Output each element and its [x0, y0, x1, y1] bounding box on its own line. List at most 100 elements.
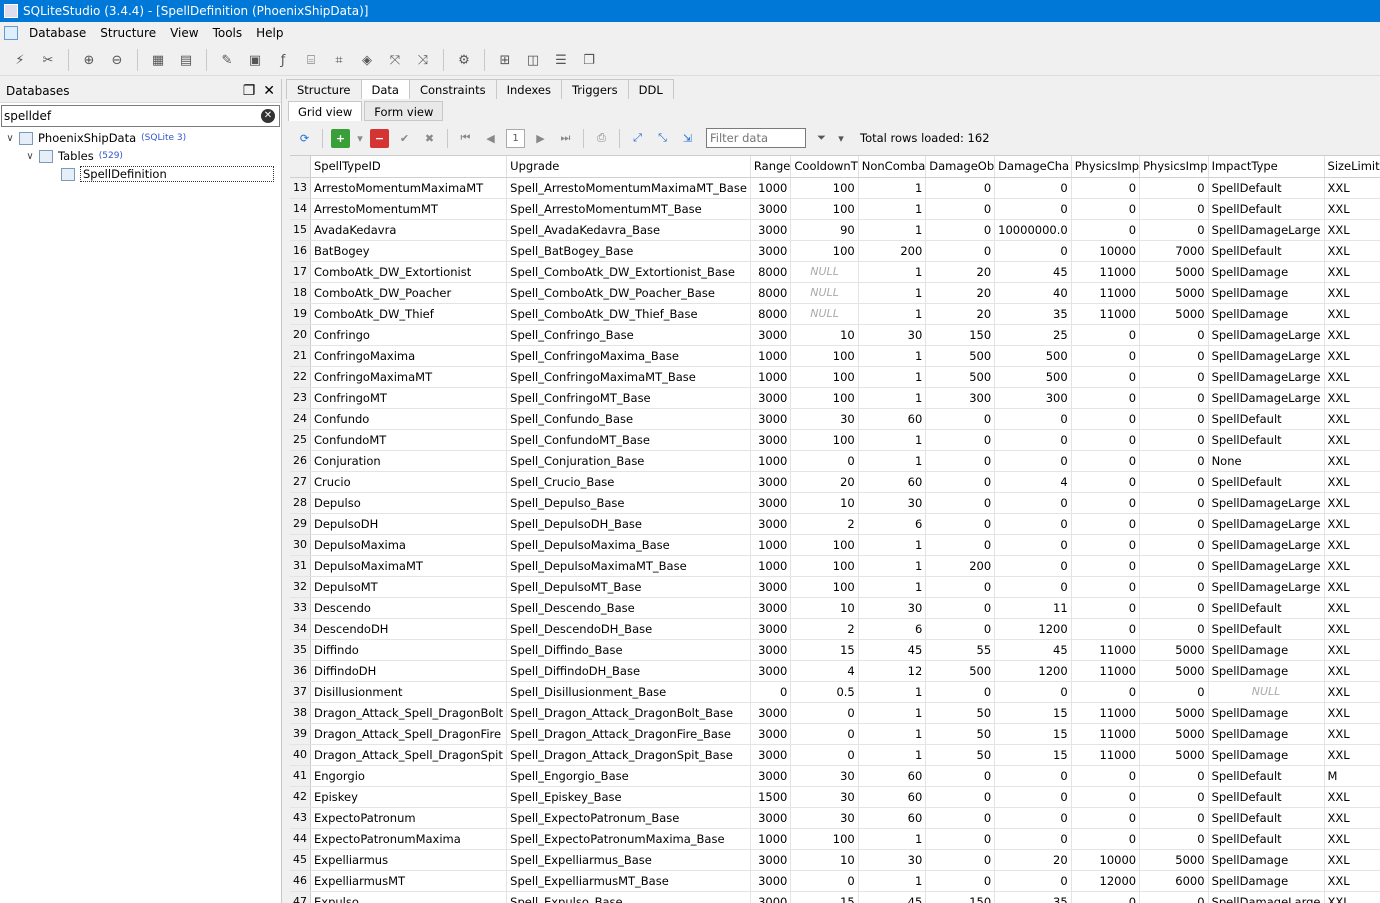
table-cell[interactable]: XXL: [1324, 723, 1380, 745]
table-cell[interactable]: ConfringoMaximaMT: [310, 366, 508, 388]
table-cell[interactable]: Spell_Expelliarmus_Base: [506, 849, 751, 871]
new-table-icon[interactable]: ▦: [147, 49, 169, 71]
table-cell[interactable]: 0: [994, 828, 1072, 850]
table-cell[interactable]: SpellDamage: [1208, 639, 1325, 661]
table-cell[interactable]: XXL: [1324, 534, 1380, 556]
table-cell[interactable]: 0: [994, 870, 1072, 892]
table-cell[interactable]: XXL: [1324, 807, 1380, 829]
table-cell[interactable]: 500: [925, 345, 996, 367]
tab-indexes[interactable]: Indexes: [495, 79, 562, 99]
table-cell[interactable]: 0: [994, 450, 1072, 472]
table-cell[interactable]: 100: [790, 576, 859, 598]
table-cell[interactable]: 3000: [750, 618, 792, 640]
table-cell[interactable]: XXL: [1324, 387, 1380, 409]
cube-icon[interactable]: ◈: [356, 49, 378, 71]
table-cell[interactable]: Spell_ConfringoMT_Base: [506, 387, 751, 409]
table-cell[interactable]: 50: [925, 744, 996, 766]
table-cell[interactable]: Dragon_Attack_Spell_DragonBolt: [310, 702, 508, 724]
table-row[interactable]: 44 ExpectoPatronumMaxima Spell_ExpectoPatr…: [290, 828, 1380, 850]
table-cell[interactable]: XXL: [1324, 471, 1380, 493]
table-cell[interactable]: Spell_ConfundoMT_Base: [506, 429, 751, 451]
table-cell[interactable]: 25: [994, 324, 1072, 346]
column-header[interactable]: DamageOb: [925, 156, 996, 178]
table-cell[interactable]: BatBogey: [310, 240, 508, 262]
table-cell[interactable]: DepulsoMaxima: [310, 534, 508, 556]
rollback-icon[interactable]: ✖: [420, 129, 439, 148]
table-cell[interactable]: 1500: [750, 786, 792, 808]
cascade-icon[interactable]: ❐: [578, 49, 600, 71]
table-cell[interactable]: 60: [858, 408, 927, 430]
table-cell[interactable]: 3000: [750, 765, 792, 787]
table-cell[interactable]: SpellDamageLarge: [1208, 555, 1325, 577]
table-cell[interactable]: Spell_DepulsoMaximaMT_Base: [506, 555, 751, 577]
sql-editor-icon[interactable]: ✎: [216, 49, 238, 71]
open-icon[interactable]: ▣: [244, 49, 266, 71]
table-cell[interactable]: 0: [1071, 597, 1141, 619]
table-row[interactable]: 40 Dragon_Attack_Spell_DragonSpit Spell_Dr…: [290, 744, 1380, 766]
tab-constraints[interactable]: Constraints: [408, 79, 497, 99]
filter-icon[interactable]: ⏷: [812, 129, 831, 148]
table-cell[interactable]: Spell_Conjuration_Base: [506, 450, 751, 472]
table-cell[interactable]: ArrestoMomentumMaximaMT: [310, 177, 508, 199]
menu-view[interactable]: View: [163, 26, 205, 40]
table-cell[interactable]: XXL: [1324, 660, 1380, 682]
table-cell[interactable]: 3000: [750, 891, 792, 903]
chevron-down-icon[interactable]: ∨: [24, 151, 36, 162]
table-cell[interactable]: SpellDamageLarge: [1208, 324, 1325, 346]
table-cell[interactable]: 50: [925, 702, 996, 724]
table-cell[interactable]: 30: [790, 786, 859, 808]
table-cell[interactable]: ExpectoPatronumMaxima: [310, 828, 508, 850]
table-cell[interactable]: 0: [925, 471, 996, 493]
table-cell[interactable]: Spell_ConfringoMaximaMT_Base: [506, 366, 751, 388]
table-cell[interactable]: 11000: [1071, 303, 1141, 325]
table-cell[interactable]: DepulsoMaximaMT: [310, 555, 508, 577]
tile-icon[interactable]: ⊞: [494, 49, 516, 71]
table-row[interactable]: 19 ComboAtk_DW_Thief Spell_ComboAtk_DW_Thi…: [290, 303, 1380, 325]
tab-data[interactable]: Data: [360, 79, 410, 99]
table-cell[interactable]: 100: [790, 534, 859, 556]
table-cell[interactable]: Confundo: [310, 408, 508, 430]
column-header[interactable]: SizeLimit: [1324, 156, 1380, 178]
table-row[interactable]: 34 DescendoDH Spell_DescendoDH_Base 3000 2 6 0…: [290, 618, 1380, 640]
table-cell[interactable]: 11000: [1071, 744, 1141, 766]
table-cell[interactable]: 45: [994, 639, 1072, 661]
table-cell[interactable]: 1: [858, 744, 927, 766]
table-row[interactable]: 33 Descendo Spell_Descendo_Base 3000 10 30 0 11…: [290, 597, 1380, 619]
table-cell[interactable]: 1200: [994, 618, 1072, 640]
table-cell[interactable]: 0: [925, 576, 996, 598]
table-cell[interactable]: 0: [925, 240, 996, 262]
table-cell[interactable]: 0: [994, 765, 1072, 787]
table-cell[interactable]: 0: [1139, 219, 1209, 241]
table-cell[interactable]: 1: [858, 345, 927, 367]
table-cell[interactable]: 1000: [750, 366, 792, 388]
table-cell[interactable]: Dragon_Attack_Spell_DragonFire: [310, 723, 508, 745]
page-number[interactable]: 1: [506, 128, 525, 148]
table-cell[interactable]: XXL: [1324, 870, 1380, 892]
table-cell[interactable]: XXL: [1324, 240, 1380, 262]
table-cell[interactable]: 1: [858, 429, 927, 451]
table-cell[interactable]: Spell_Diffindo_Base: [506, 639, 751, 661]
table-cell[interactable]: XXL: [1324, 597, 1380, 619]
table-row[interactable]: 46 ExpelliarmusMT Spell_ExpelliarmusMT_Bas…: [290, 870, 1380, 892]
table-cell[interactable]: Spell_Dragon_Attack_DragonBolt_Base: [506, 702, 751, 724]
table-row[interactable]: 17 ComboAtk_DW_Extortionist Spell_ComboAtk…: [290, 261, 1380, 283]
tab-triggers[interactable]: Triggers: [560, 79, 629, 99]
table-cell[interactable]: None: [1208, 450, 1325, 472]
table-cell[interactable]: XXL: [1324, 681, 1380, 703]
table-row[interactable]: 28 Depulso Spell_Depulso_Base 3000 10 30 0 0 0 0 S…: [290, 492, 1380, 514]
table-cell[interactable]: Conjuration: [310, 450, 508, 472]
table-cell[interactable]: Spell_AvadaKedavra_Base: [506, 219, 751, 241]
table-cell[interactable]: XXL: [1324, 576, 1380, 598]
table-cell[interactable]: Spell_Depulso_Base: [506, 492, 751, 514]
table-cell[interactable]: 60: [858, 807, 927, 829]
table-row[interactable]: 35 Diffindo Spell_Diffindo_Base 3000 15 45 55 4…: [290, 639, 1380, 661]
table-cell[interactable]: 3000: [750, 744, 792, 766]
table-cell[interactable]: XXL: [1324, 198, 1380, 220]
table-cell[interactable]: SpellDefault: [1208, 618, 1325, 640]
table-cell[interactable]: 3000: [750, 324, 792, 346]
table-cell[interactable]: NULL: [790, 303, 859, 325]
table-cell[interactable]: 0: [1139, 408, 1209, 430]
first-page-icon[interactable]: ⏮: [456, 129, 475, 148]
table-cell[interactable]: 11000: [1071, 282, 1141, 304]
delete-row-icon[interactable]: −: [370, 128, 389, 148]
